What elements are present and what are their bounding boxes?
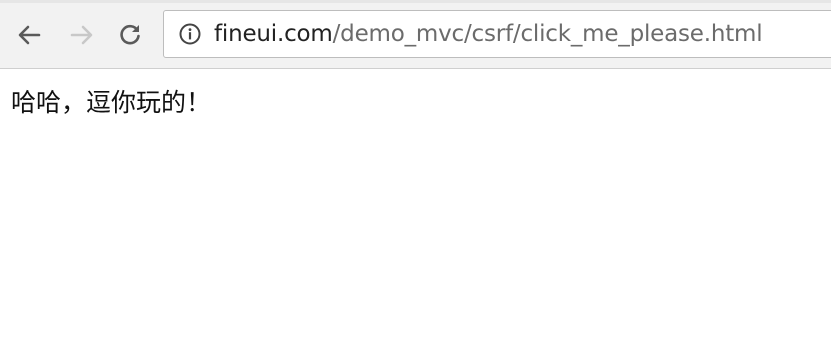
url-path: /demo_mvc/csrf/click_me_please.html bbox=[332, 20, 763, 47]
reload-button[interactable] bbox=[112, 17, 148, 53]
reload-icon bbox=[116, 21, 144, 49]
forward-button[interactable] bbox=[64, 17, 100, 53]
browser-toolbar: fineui.com/demo_mvc/csrf/click_me_please… bbox=[0, 0, 831, 69]
back-button[interactable] bbox=[11, 17, 47, 53]
back-arrow-icon bbox=[15, 21, 43, 49]
url-text[interactable]: fineui.com/demo_mvc/csrf/click_me_please… bbox=[214, 20, 763, 47]
info-icon[interactable] bbox=[178, 22, 202, 46]
url-host: fineui.com bbox=[214, 20, 333, 47]
address-bar[interactable]: fineui.com/demo_mvc/csrf/click_me_please… bbox=[163, 10, 831, 58]
page-message: 哈哈，逗你玩的！ bbox=[11, 88, 212, 117]
forward-arrow-icon bbox=[68, 21, 96, 49]
tabstrip-edge bbox=[0, 0, 831, 3]
